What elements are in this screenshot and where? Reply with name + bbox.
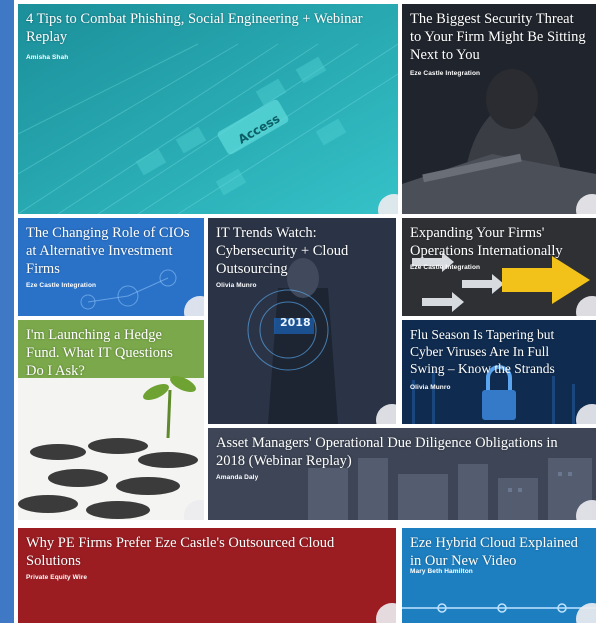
post-author: Mary Beth Hamilton: [410, 568, 473, 575]
post-author: Eze Castle Integration: [26, 282, 97, 289]
post-title[interactable]: Expanding Your Firms' Operations Interna…: [410, 224, 586, 260]
post-tile-phishing[interactable]: Access 4 Tips to Combat Phishing, Social…: [18, 4, 398, 214]
post-tile-expanding[interactable]: Expanding Your Firms' Operations Interna…: [402, 218, 596, 316]
corner-fold-icon: [376, 603, 396, 623]
post-tile-security-threat[interactable]: The Biggest Security Threat to Your Firm…: [402, 4, 596, 214]
post-tile-flu-season[interactable]: Flu Season Is Tapering but Cyber Viruses…: [402, 320, 596, 424]
post-title[interactable]: Asset Managers' Operational Due Diligenc…: [216, 434, 586, 470]
post-title[interactable]: 4 Tips to Combat Phishing, Social Engine…: [26, 10, 388, 46]
post-author: Eze Castle Integration: [410, 70, 481, 77]
post-tile-hybrid-cloud[interactable]: Eze Hybrid Cloud Explained in Our New Vi…: [402, 528, 596, 623]
post-tile-hedge-fund[interactable]: I'm Launching a Hedge Fund. What IT Ques…: [18, 320, 204, 520]
post-title[interactable]: The Changing Role of CIOs at Alternative…: [26, 224, 194, 278]
post-author: Private Equity Wire: [26, 574, 88, 581]
post-tile-pe-firms[interactable]: Why PE Firms Prefer Eze Castle's Outsour…: [18, 528, 396, 623]
post-title[interactable]: Why PE Firms Prefer Eze Castle's Outsour…: [26, 534, 386, 570]
post-grid: Access 4 Tips to Combat Phishing, Social…: [14, 0, 600, 623]
post-author: Amanda Daly: [216, 474, 259, 481]
post-tile-cios[interactable]: The Changing Role of CIOs at Alternative…: [18, 218, 204, 316]
post-title[interactable]: Eze Hybrid Cloud Explained in Our New Vi…: [410, 534, 586, 570]
post-author: Olivia Munro: [216, 282, 257, 289]
post-author: Amisha Shah: [26, 54, 69, 61]
post-tile-asset-managers[interactable]: Asset Managers' Operational Due Diligenc…: [208, 428, 596, 520]
post-title[interactable]: IT Trends Watch: Cybersecurity + Cloud O…: [216, 224, 386, 278]
post-tile-it-trends[interactable]: 2018 IT Trends Watch: Cybersecurity + Cl…: [208, 218, 396, 424]
post-title[interactable]: I'm Launching a Hedge Fund. What IT Ques…: [26, 326, 194, 380]
post-author: Eze Castle Integration: [410, 264, 481, 271]
post-author: Olivia Munro: [410, 384, 451, 391]
post-title[interactable]: Flu Season Is Tapering but Cyber Viruses…: [410, 326, 586, 377]
year-label: 2018: [280, 316, 311, 329]
post-title[interactable]: The Biggest Security Threat to Your Firm…: [410, 10, 586, 64]
